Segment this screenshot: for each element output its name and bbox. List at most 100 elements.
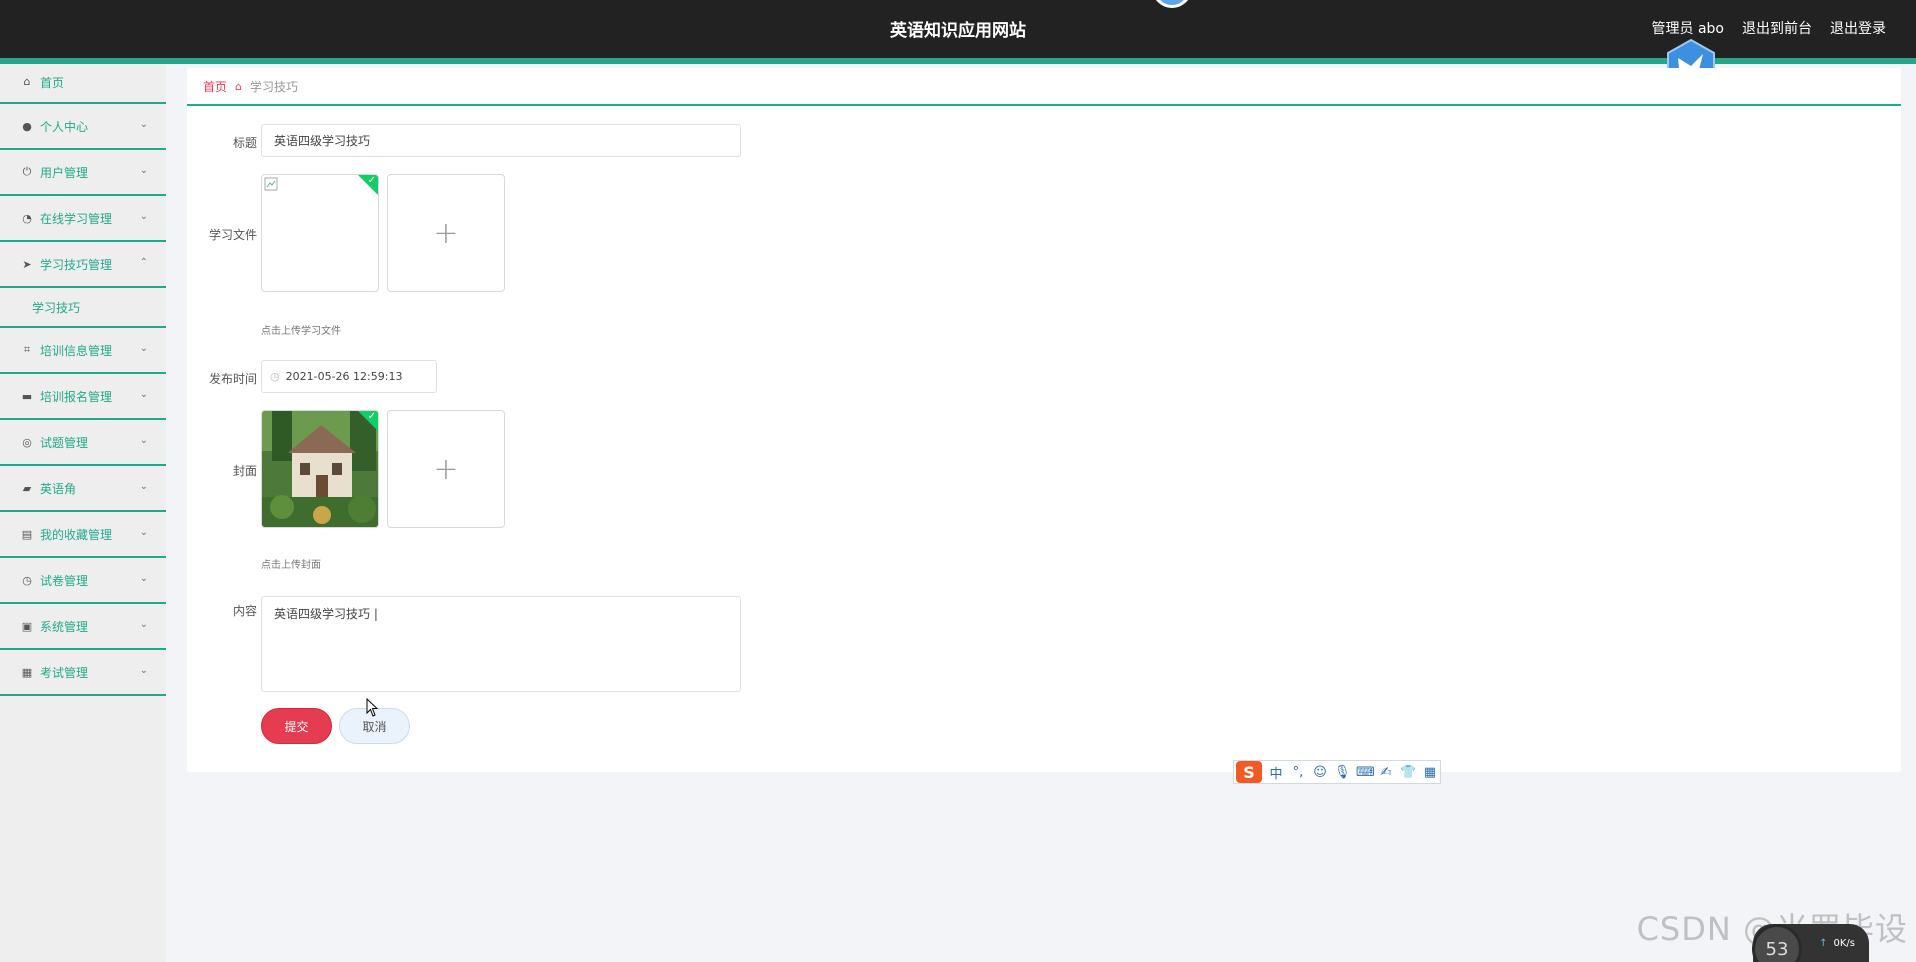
sidebar-item-label: 个人中心 [40,119,89,134]
chevron-down-icon: ⌄ [139,211,148,222]
send-icon: ➤ [22,257,32,271]
sidebar-item-user-management[interactable]: ⏻ 用户管理 ⌄ [0,150,166,196]
speed-percent: 53 [1765,939,1789,960]
admin-user-label: 管理员 abo [1651,21,1724,37]
home-icon: ⌂ [23,74,31,88]
sidebar-subitem-tips[interactable]: 学习技巧 [0,288,166,328]
site-title: 英语知识应用网站 [890,21,1026,41]
document-icon: ▣ [21,619,33,633]
broken-image-icon [264,177,278,191]
microphone-icon[interactable]: 🎙 [1334,765,1351,780]
sidebar-item-label: 用户管理 [40,165,89,180]
publish-time-label: 发布时间 [208,372,257,386]
chevron-down-icon: ⌄ [139,389,148,400]
sidebar-item-system[interactable]: ▣ 系统管理 ⌄ [0,604,166,650]
sidebar-item-label: 培训报名管理 [40,389,113,404]
top-header: 英语知识应用网站 管理员 abo 退出到前台 退出登录 [0,0,1916,58]
chevron-down-icon: ⌄ [139,619,148,630]
globe-icon: ◎ [22,435,32,449]
punctuation-icon[interactable]: °, [1290,765,1306,780]
chevron-down-icon: ⌄ [139,435,148,446]
upload-file-button[interactable]: + [387,174,505,292]
sidebar-item-label: 试题管理 [40,435,89,450]
plus-icon: + [433,451,459,487]
sidebar-item-label: 英语角 [40,481,77,496]
publish-time-value: 2021-05-26 12:59:13 [285,370,403,383]
skin-icon[interactable]: 👕 [1400,765,1416,780]
sidebar-item-label: 试卷管理 [40,573,89,588]
sidebar-item-label: 首页 [40,76,65,90]
plus-icon: + [433,215,459,251]
clock-icon: ◷ [270,370,280,383]
chevron-down-icon: ⌄ [139,343,148,354]
breadcrumb: 首页 ⌂ 学习技巧 [187,68,1901,106]
file-upload-hint: 点击上传学习文件 [261,326,341,337]
header-links: 管理员 abo 退出到前台 退出登录 [1652,18,1886,38]
check-icon: ✓ [367,175,376,186]
upload-arrow-icon: ↑ [1819,937,1828,949]
sidebar-item-english-corner[interactable]: ▰ 英语角 ⌄ [0,466,166,512]
sidebar-item-label: 我的收藏管理 [40,527,113,542]
uploaded-file-thumbnail[interactable]: ✓ [261,174,379,292]
chevron-down-icon: ⌄ [139,665,148,676]
upload-cover-button[interactable]: + [387,410,505,528]
breadcrumb-home[interactable]: 首页 [203,78,227,95]
network-rate: 0K/s [1833,937,1856,949]
title-label: 标题 [232,136,257,150]
content-label: 内容 [232,604,257,618]
grid-menu-icon[interactable]: ▦ [1422,765,1438,780]
sidebar-item-label: 考试管理 [40,665,89,680]
logout-link[interactable]: 退出登录 [1830,18,1886,38]
printer-icon: ▤ [21,527,33,541]
power-icon: ⏻ [22,165,32,178]
breadcrumb-current: 学习技巧 [250,79,299,94]
sidebar-item-training-info[interactable]: ⌗ 培训信息管理 ⌄ [0,328,166,374]
cover-label: 封面 [232,464,257,478]
avatar [1152,0,1192,8]
file-label: 学习文件 [208,228,257,242]
cover-thumbnail[interactable]: ✓ [261,410,379,528]
sidebar-item-tips-management[interactable]: ➤ 学习技巧管理 ⌃ [0,242,166,288]
mouse-cursor-icon [366,698,379,717]
publish-time-picker[interactable]: ◷ 2021-05-26 12:59:13 [261,360,437,393]
sidebar-item-exams[interactable]: ▦ 考试管理 ⌄ [0,650,166,696]
sidebar-item-papers[interactable]: ◷ 试卷管理 ⌄ [0,558,166,604]
emoji-icon[interactable]: ☺ [1312,765,1328,780]
sidebar-item-questions[interactable]: ◎ 试题管理 ⌄ [0,420,166,466]
header-accent-bar [0,58,1916,64]
sidebar-item-training-signup[interactable]: ▬ 培训报名管理 ⌄ [0,374,166,420]
keyboard-icon[interactable]: ⌨ [1356,765,1375,780]
chevron-down-icon: ⌄ [139,527,148,538]
title-input[interactable]: 英语四级学习技巧 [261,124,741,157]
goto-front-link[interactable]: 退出到前台 [1742,18,1812,38]
sidebar-item-label: 系统管理 [40,619,89,634]
sidebar-subitem-label: 学习技巧 [32,300,81,315]
content-textarea[interactable]: 英语四级学习技巧 | [261,596,741,692]
chevron-down-icon: ⌄ [139,573,148,584]
crop-icon: ⌗ [23,343,31,356]
sidebar: ⌂ 首页 ● 个人中心 ⌄ ⏻ 用户管理 ⌄ ◔ 在线学习管理 ⌄ ➤ 学习技巧… [0,64,166,962]
sidebar-item-favorites[interactable]: ▤ 我的收藏管理 ⌄ [0,512,166,558]
clock-icon: ◷ [22,573,32,587]
ime-language-toggle[interactable]: 中 [1268,763,1284,782]
chevron-down-icon: ⌄ [139,165,148,176]
sidebar-item-label: 学习技巧管理 [40,257,113,272]
chevron-down-icon: ⌄ [139,119,148,130]
sidebar-item-label: 在线学习管理 [40,211,113,226]
dashboard-icon: ◔ [22,211,32,225]
handwrite-icon[interactable]: ✍ [1378,765,1394,780]
sidebar-item-online-learning[interactable]: ◔ 在线学习管理 ⌄ [0,196,166,242]
house-separator-icon: ⌂ [235,79,242,93]
clipboard-icon: ▦ [21,665,33,679]
sidebar-item-personal-center[interactable]: ● 个人中心 ⌄ [0,104,166,150]
briefcase-icon: ▰ [22,481,32,495]
sidebar-item-home[interactable]: ⌂ 首页 [0,64,166,104]
chevron-up-icon: ⌃ [139,257,148,268]
sogou-logo-icon[interactable]: S [1236,761,1262,783]
cover-upload-hint: 点击上传封面 [261,560,321,571]
ime-toolbar: S 中 °, ☺ 🎙 ⌨ ✍ 👕 ▦ [1233,760,1441,784]
user-icon: ● [22,119,32,133]
comment-icon: ▬ [21,389,33,403]
submit-button[interactable]: 提交 [261,708,332,744]
sidebar-item-label: 培训信息管理 [40,343,113,358]
